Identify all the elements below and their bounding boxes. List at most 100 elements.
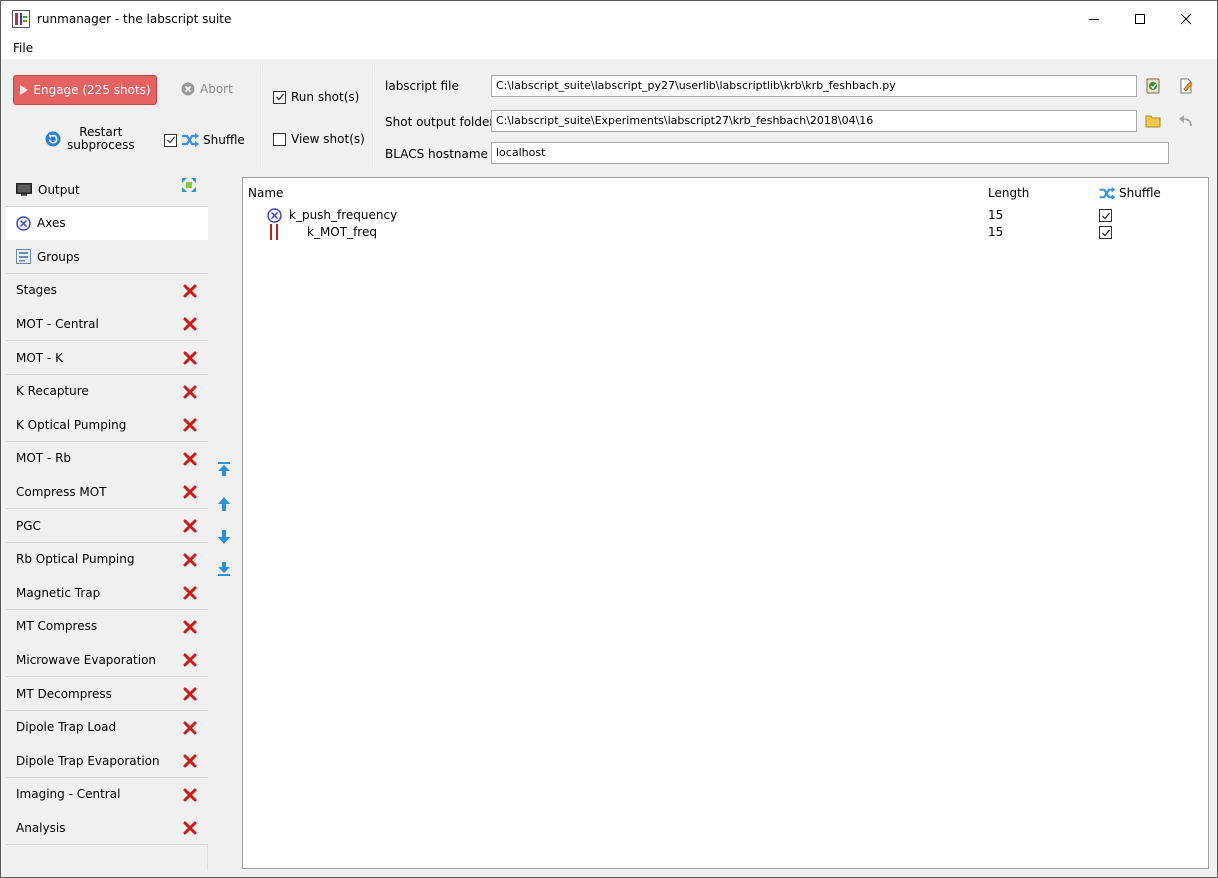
close-tab-icon[interactable] bbox=[183, 620, 197, 634]
maximize-button[interactable] bbox=[1117, 1, 1163, 37]
column-header-length[interactable]: Length bbox=[988, 186, 1029, 200]
close-tab-icon[interactable] bbox=[183, 485, 197, 499]
run-shots-check-box[interactable] bbox=[273, 90, 286, 104]
maximize-icon bbox=[1135, 14, 1145, 24]
close-tab-icon[interactable] bbox=[183, 385, 197, 399]
tab-imaging-central[interactable]: Imaging - Central bbox=[6, 777, 208, 812]
shot-output-folder-field[interactable]: C:\labscript_suite\Experiments\labscript… bbox=[491, 110, 1137, 132]
tab-mt-compress[interactable]: MT Compress bbox=[6, 609, 208, 644]
close-tab-icon[interactable] bbox=[183, 821, 197, 835]
tab-axes[interactable]: Axes bbox=[6, 206, 208, 241]
tab-analysis[interactable]: Analysis bbox=[6, 811, 208, 846]
labscript-file-label: labscript file bbox=[385, 79, 459, 93]
tab-label: PGC bbox=[16, 518, 41, 533]
close-tab-icon[interactable] bbox=[183, 418, 197, 432]
edit-file-icon bbox=[1180, 78, 1193, 94]
move-to-bottom-icon[interactable] bbox=[216, 561, 232, 577]
run-shots-checkbox[interactable]: Run shot(s) bbox=[273, 90, 359, 104]
shot-output-folder-label: Shot output folder bbox=[385, 115, 495, 129]
view-shots-checkbox[interactable]: View shot(s) bbox=[273, 132, 365, 146]
app-window: runmanager - the labscript suite File En… bbox=[0, 0, 1218, 878]
close-tab-icon[interactable] bbox=[183, 553, 197, 567]
column-header-name[interactable]: Name bbox=[248, 186, 283, 200]
expand-button[interactable] bbox=[181, 177, 197, 196]
tab-label: Magnetic Trap bbox=[16, 585, 101, 600]
view-shots-label: View shot(s) bbox=[291, 132, 365, 146]
move-to-top-icon[interactable] bbox=[216, 461, 232, 477]
shuffle-check-box[interactable] bbox=[164, 133, 177, 147]
toolbar-separator bbox=[261, 65, 262, 168]
tab-groups[interactable]: Groups bbox=[6, 240, 208, 275]
minimize-icon bbox=[1089, 19, 1099, 20]
monitor-icon bbox=[16, 182, 32, 197]
abort-button[interactable]: Abort bbox=[181, 82, 233, 96]
move-down-icon[interactable] bbox=[216, 529, 232, 545]
close-icon bbox=[1180, 13, 1192, 25]
check-icon bbox=[1101, 212, 1110, 219]
axis-length: 15 bbox=[988, 208, 1004, 222]
shuffle-label: Shuffle bbox=[203, 133, 245, 147]
window-title: runmanager - the labscript suite bbox=[37, 12, 232, 26]
tab-label: Stages bbox=[16, 283, 57, 298]
view-shots-check-box[interactable] bbox=[273, 132, 286, 146]
blacs-hostname-label: BLACS hostname bbox=[385, 147, 488, 161]
tab-mot-k[interactable]: MOT - K bbox=[6, 341, 208, 375]
tab-mot-central[interactable]: MOT - Central bbox=[6, 307, 208, 342]
axis-shuffle-checkbox[interactable] bbox=[1099, 209, 1112, 222]
tab-output[interactable]: Output bbox=[6, 173, 208, 207]
tab-label: Analysis bbox=[16, 820, 66, 835]
close-tab-icon[interactable] bbox=[183, 519, 197, 533]
blacs-hostname-field[interactable]: localhost bbox=[491, 142, 1169, 164]
close-button[interactable] bbox=[1163, 1, 1209, 37]
tab-mt-decompress[interactable]: MT Decompress bbox=[6, 677, 208, 711]
browse-labscript-button[interactable] bbox=[1142, 75, 1164, 97]
tab-k-optical-pumping[interactable]: K Optical Pumping bbox=[6, 408, 208, 443]
engage-button[interactable]: Engage (225 shots) bbox=[13, 75, 157, 105]
tab-label: MOT - Central bbox=[16, 316, 99, 331]
close-tab-icon[interactable] bbox=[183, 351, 197, 365]
axes-panel: Name Length Shuffle k_push_frequency 15 … bbox=[242, 177, 1209, 869]
minimize-button[interactable] bbox=[1071, 1, 1117, 37]
tab-magnetic-trap[interactable]: Magnetic Trap bbox=[6, 576, 208, 611]
edit-labscript-button[interactable] bbox=[1175, 75, 1197, 97]
tab-label: Rb Optical Pumping bbox=[16, 552, 135, 567]
labscript-file-field[interactable]: C:\labscript_suite\labscript_py27\userli… bbox=[491, 75, 1137, 97]
tab-mot-rb[interactable]: MOT - Rb bbox=[6, 441, 208, 476]
table-row[interactable]: k_push_frequency 15 bbox=[243, 206, 1208, 224]
axis-name: k_MOT_freq bbox=[307, 225, 377, 239]
table-row[interactable]: k_MOT_freq 15 bbox=[243, 223, 1208, 241]
close-tab-icon[interactable] bbox=[183, 788, 197, 802]
tab-stages[interactable]: Stages bbox=[6, 273, 208, 308]
close-tab-icon[interactable] bbox=[183, 721, 197, 735]
tab-label: MT Compress bbox=[16, 619, 98, 634]
shuffle-header-label: Shuffle bbox=[1119, 186, 1161, 200]
tab-label: Dipole Trap Load bbox=[16, 720, 117, 735]
shuffle-icon bbox=[1099, 186, 1116, 200]
close-tab-icon[interactable] bbox=[183, 687, 197, 701]
tab-microwave-evaporation[interactable]: Microwave Evaporation bbox=[6, 643, 208, 678]
check-icon bbox=[275, 93, 284, 101]
play-icon bbox=[20, 85, 29, 95]
axis-shuffle-checkbox[interactable] bbox=[1099, 226, 1112, 239]
tab-label: Imaging - Central bbox=[16, 787, 121, 802]
tab-compress-mot[interactable]: Compress MOT bbox=[6, 475, 208, 510]
title-bar[interactable]: runmanager - the labscript suite bbox=[1, 1, 1217, 37]
browse-output-folder-button[interactable] bbox=[1142, 110, 1164, 132]
tab-rb-optical-pumping[interactable]: Rb Optical Pumping bbox=[6, 542, 208, 577]
tab-dipole-trap-evaporation[interactable]: Dipole Trap Evaporation bbox=[6, 744, 208, 779]
move-up-icon[interactable] bbox=[216, 496, 232, 512]
menu-file[interactable]: File bbox=[13, 41, 33, 55]
close-tab-icon[interactable] bbox=[183, 317, 197, 331]
column-header-shuffle[interactable]: Shuffle bbox=[1098, 186, 1161, 200]
tab-dipole-trap-load[interactable]: Dipole Trap Load bbox=[6, 710, 208, 745]
reset-output-folder-button[interactable] bbox=[1175, 110, 1197, 132]
shuffle-checkbox[interactable]: Shuffle bbox=[164, 133, 245, 147]
tab-pgc[interactable]: PGC bbox=[6, 509, 208, 543]
close-tab-icon[interactable] bbox=[183, 586, 197, 600]
restart-subprocess-button[interactable]: Restart subprocess bbox=[45, 126, 135, 152]
close-tab-icon[interactable] bbox=[183, 653, 197, 667]
tab-k-recapture[interactable]: K Recapture bbox=[6, 374, 208, 409]
close-tab-icon[interactable] bbox=[183, 452, 197, 466]
close-tab-icon[interactable] bbox=[183, 754, 197, 768]
close-tab-icon[interactable] bbox=[183, 284, 197, 298]
